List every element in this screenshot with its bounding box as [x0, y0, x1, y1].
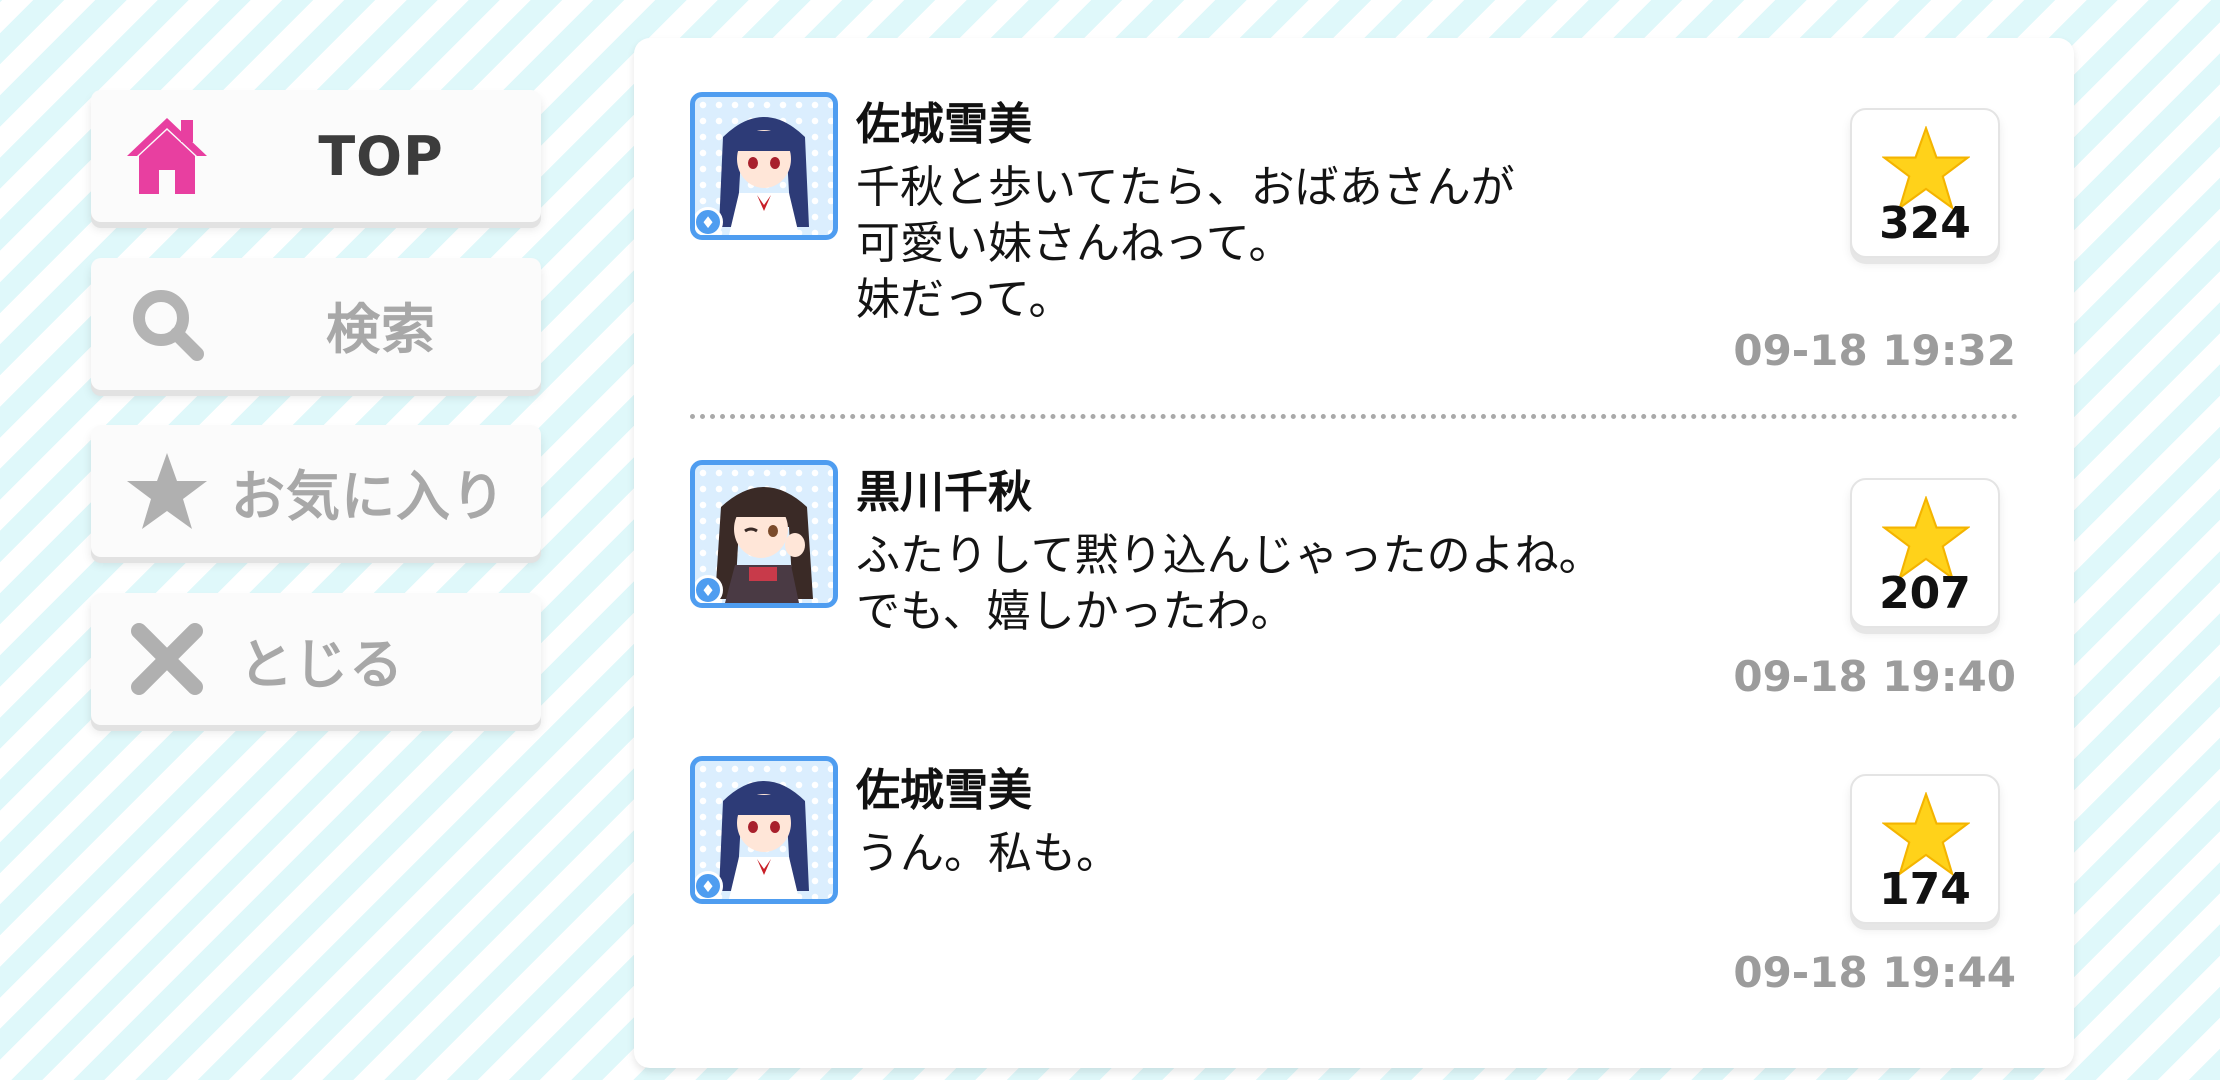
- message-text: ふたりして黙り込んじゃったのよね。 でも、嬉しかったわ。: [856, 528, 1603, 640]
- message-line: 千秋と歩いてたら、おばあさんが: [856, 162, 1515, 213]
- post-timestamp: 09-18 19:32: [1733, 326, 2016, 375]
- favorites-button[interactable]: お気に入り: [91, 425, 541, 557]
- message-line: でも、嬉しかったわ。: [856, 586, 1295, 637]
- author-name: 佐城雪美: [856, 765, 1032, 816]
- like-button[interactable]: 174: [1850, 774, 2000, 924]
- close-button[interactable]: とじる: [91, 593, 541, 725]
- avatar[interactable]: ♦: [690, 756, 838, 904]
- message-text: 千秋と歩いてたら、おばあさんが 可愛い妹さんねって。 妹だって。: [856, 160, 1515, 328]
- post-timestamp: 09-18 19:40: [1733, 652, 2016, 701]
- star-icon: [125, 449, 209, 533]
- search-button[interactable]: 検索: [91, 258, 541, 390]
- search-icon: [125, 282, 209, 366]
- message-line: うん。私も。: [856, 828, 1120, 879]
- top-button[interactable]: TOP: [91, 90, 541, 222]
- search-button-label: 検索: [326, 297, 436, 361]
- like-count: 324: [1879, 198, 1971, 249]
- message-panel: ♦ 佐城雪美 千秋と歩いてたら、おばあさんが 可愛い妹さんねって。 妹だって。 …: [634, 38, 2074, 1068]
- like-button[interactable]: 207: [1850, 478, 2000, 628]
- post-timestamp: 09-18 19:44: [1733, 948, 2016, 997]
- close-icon: [125, 617, 209, 701]
- author-name: 黒川千秋: [856, 467, 1032, 518]
- top-button-label: TOP: [318, 124, 444, 188]
- message-line: 妹だって。: [856, 274, 1073, 325]
- message-line: 可愛い妹さんねって。: [856, 218, 1293, 269]
- message-line: ふたりして黙り込んじゃったのよね。: [856, 530, 1603, 581]
- gem-icon: ♦: [695, 207, 723, 235]
- like-count: 174: [1879, 864, 1971, 915]
- avatar[interactable]: ♦: [690, 92, 838, 240]
- favorites-button-label: お気に入り: [231, 464, 506, 528]
- like-button[interactable]: 324: [1850, 108, 2000, 258]
- author-name: 佐城雪美: [856, 99, 1032, 150]
- like-count: 207: [1879, 568, 1971, 619]
- message-text: うん。私も。: [856, 826, 1120, 882]
- gem-icon: ♦: [695, 871, 723, 899]
- home-icon: [125, 114, 209, 198]
- gem-icon: ♦: [695, 575, 723, 603]
- avatar[interactable]: ♦: [690, 460, 838, 608]
- divider: [690, 414, 2018, 419]
- close-button-label: とじる: [239, 632, 404, 696]
